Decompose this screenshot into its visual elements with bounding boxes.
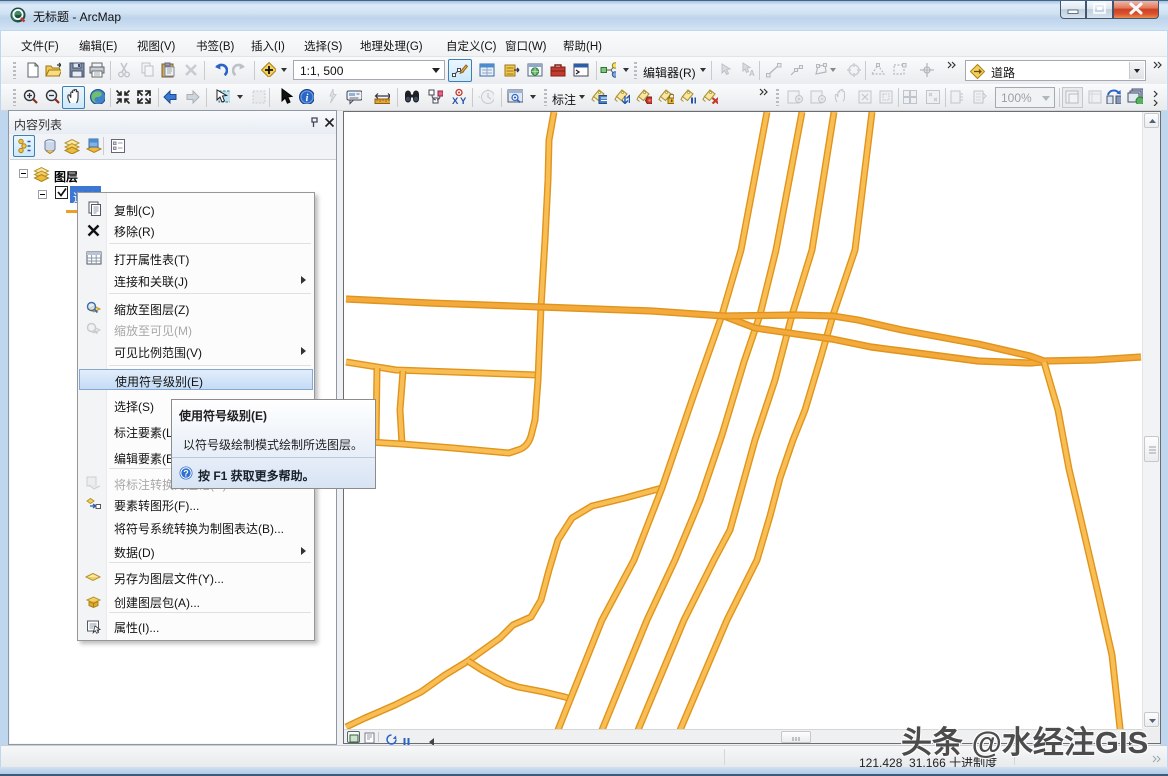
svg-text:X: X xyxy=(452,96,459,104)
svg-text:A: A xyxy=(749,69,755,78)
svg-text:Y: Y xyxy=(460,96,466,104)
svg-text:?: ? xyxy=(183,469,189,479)
svg-text:i: i xyxy=(306,93,309,104)
